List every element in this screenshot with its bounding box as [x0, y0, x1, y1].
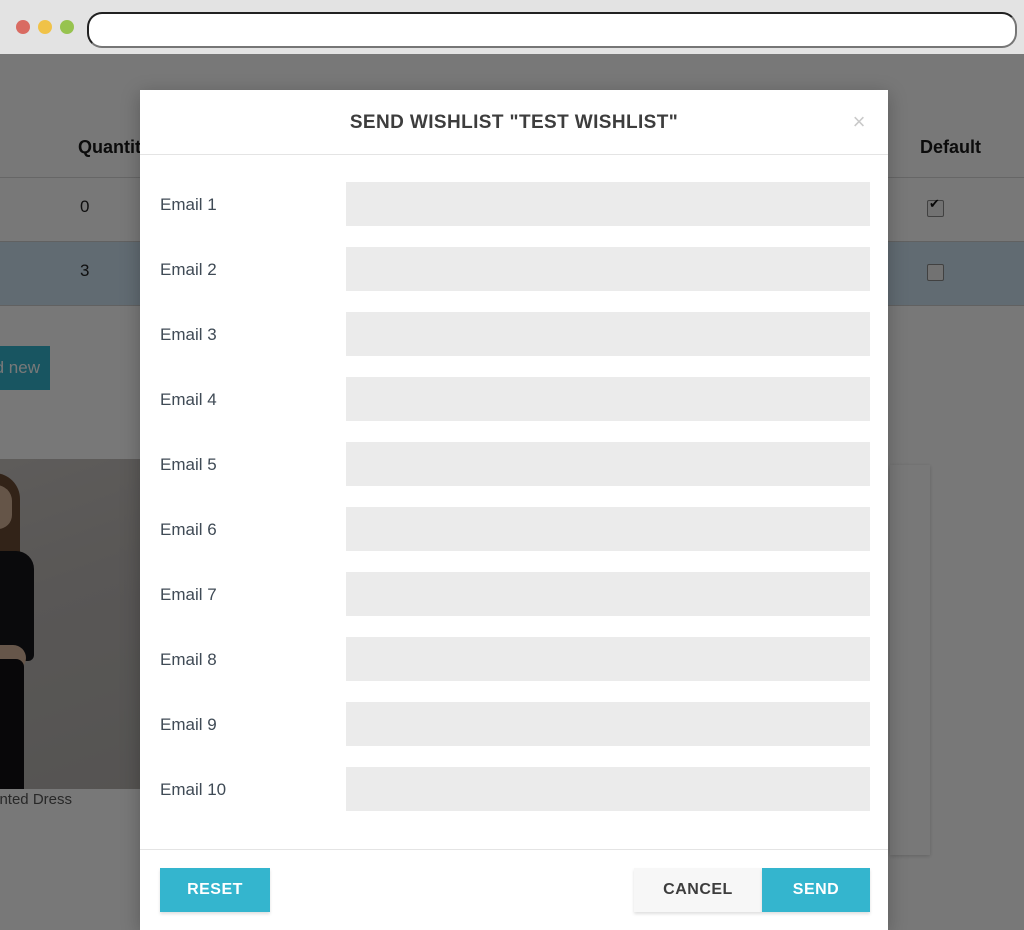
- label-email-8: Email 8: [160, 650, 217, 669]
- input-email-5[interactable]: [346, 442, 870, 486]
- modal-body: Email 1 Email 2 Email 3 Email 4 Email 5 …: [140, 155, 888, 849]
- form-row-email-5: Email 5: [140, 433, 888, 498]
- form-row-email-8: Email 8: [140, 628, 888, 693]
- send-button[interactable]: SEND: [762, 868, 870, 912]
- form-row-email-7: Email 7: [140, 563, 888, 628]
- label-email-4: Email 4: [160, 390, 217, 409]
- label-email-7: Email 7: [160, 585, 217, 604]
- input-email-8[interactable]: [346, 637, 870, 681]
- label-email-1: Email 1: [160, 195, 217, 214]
- input-email-10[interactable]: [346, 767, 870, 811]
- cancel-button[interactable]: CANCEL: [634, 868, 762, 912]
- form-row-email-6: Email 6: [140, 498, 888, 563]
- form-row-email-1: Email 1: [140, 173, 888, 238]
- send-wishlist-modal: SEND WISHLIST "TEST WISHLIST" × Email 1 …: [140, 90, 888, 930]
- close-icon[interactable]: ×: [848, 111, 870, 134]
- label-email-10: Email 10: [160, 780, 227, 799]
- maximize-window-icon[interactable]: [60, 20, 74, 34]
- form-row-email-4: Email 4: [140, 368, 888, 433]
- modal-footer: RESET CANCEL SEND: [140, 849, 888, 930]
- input-email-9[interactable]: [346, 702, 870, 746]
- close-window-icon[interactable]: [16, 20, 30, 34]
- label-email-9: Email 9: [160, 715, 217, 734]
- form-row-email-3: Email 3: [140, 303, 888, 368]
- label-email-3: Email 3: [160, 325, 217, 344]
- modal-header: SEND WISHLIST "TEST WISHLIST" ×: [140, 90, 888, 155]
- input-email-3[interactable]: [346, 312, 870, 356]
- input-email-2[interactable]: [346, 247, 870, 291]
- label-email-2: Email 2: [160, 260, 217, 279]
- input-email-1[interactable]: [346, 182, 870, 226]
- browser-chrome: [0, 0, 1024, 54]
- label-email-5: Email 5: [160, 455, 217, 474]
- window-traffic-lights: [16, 20, 74, 34]
- input-email-7[interactable]: [346, 572, 870, 616]
- form-row-email-10: Email 10: [140, 758, 888, 823]
- label-email-6: Email 6: [160, 520, 217, 539]
- input-email-6[interactable]: [346, 507, 870, 551]
- minimize-window-icon[interactable]: [38, 20, 52, 34]
- modal-title: SEND WISHLIST "TEST WISHLIST": [349, 112, 679, 133]
- form-row-email-2: Email 2: [140, 238, 888, 303]
- form-row-email-9: Email 9: [140, 693, 888, 758]
- input-email-4[interactable]: [346, 377, 870, 421]
- address-bar[interactable]: [87, 12, 1017, 48]
- reset-button[interactable]: RESET: [160, 868, 270, 912]
